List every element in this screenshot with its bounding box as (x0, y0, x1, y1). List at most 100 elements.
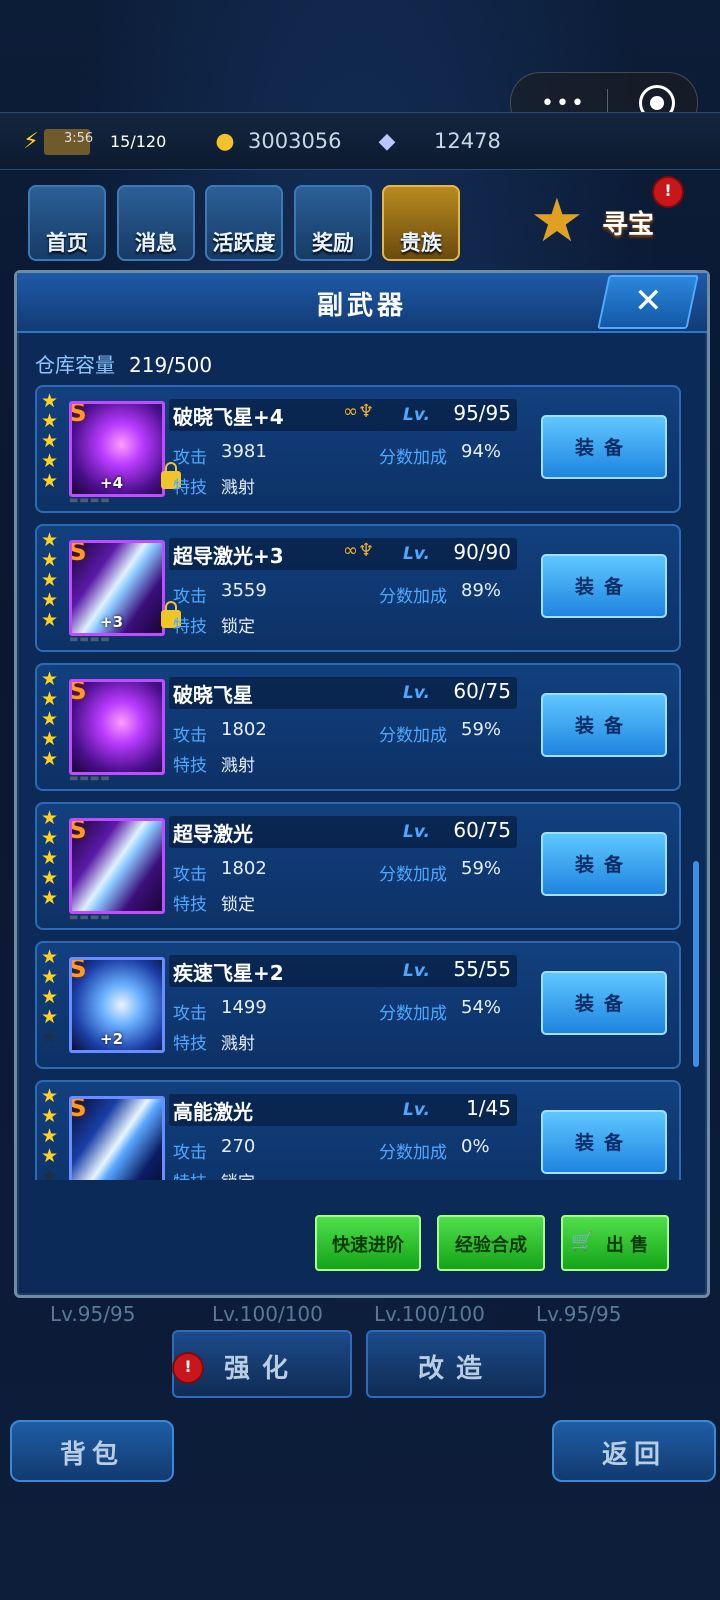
weapon-level: 55/55 (453, 957, 511, 981)
energy-timer: 3:56 (64, 131, 94, 146)
bonus-label: 分数加成 (379, 1143, 447, 1163)
weapon-item[interactable]: ★ ★ ★ ★ ★ S ▬▬▬▬ 破晓飞星 Lv. 60/75 攻击 1802 分数加成… (35, 663, 681, 791)
equip-button[interactable]: 装备 (541, 554, 667, 618)
fast-advance-label: 快速进阶 (332, 1235, 404, 1256)
energy-resource[interactable]: ⚡ (14, 123, 48, 159)
modify-label: 改造 (417, 1354, 494, 1384)
star-icon: ★ (41, 946, 59, 968)
weapon-level: 60/75 (453, 679, 511, 703)
lightning-icon: ⚡ (23, 128, 39, 154)
attack-label: 攻击 (173, 865, 207, 885)
star-icon: ★ (41, 410, 59, 432)
star-rating: ★ ★ ★ ★ ★ (41, 947, 61, 1047)
scrollbar-thumb[interactable] (693, 861, 699, 1067)
weapon-item[interactable]: ★ ★ ★ ★ ★ S ▬▬▬▬ 超导激光 Lv. 60/75 攻击 1802 分数加成… (35, 802, 681, 930)
sell-button[interactable]: 🛒 出 售 (561, 1215, 669, 1271)
coin-resource[interactable]: ● 3003056 (208, 123, 342, 159)
capacity-label: 仓库容量 (35, 353, 115, 377)
weapon-icon[interactable]: S +4 (69, 401, 165, 497)
bonus-value: 59% (461, 858, 502, 879)
weapon-name: 破晓飞星 (173, 683, 253, 707)
nav-rewards-label: 奖励 (312, 231, 354, 255)
bonus-label: 分数加成 (379, 865, 447, 885)
bag-label: 背包 (59, 1440, 124, 1470)
coin-count: 3003056 (248, 129, 342, 153)
skill-label: 特技 (173, 617, 207, 637)
scrollbar[interactable] (693, 385, 699, 1180)
capacity-value: 219/500 (129, 353, 213, 377)
equip-label: 装备 (574, 576, 633, 598)
nav-rewards[interactable]: 奖励 (294, 185, 372, 261)
fast-advance-button[interactable]: 快速进阶 (315, 1215, 421, 1271)
bonus-label: 分数加成 (379, 726, 447, 746)
slot-indicators: ▬▬▬▬ (69, 773, 111, 784)
bonus-value: 54% (461, 997, 502, 1018)
gem-resource[interactable]: ◆ 12478 (370, 123, 501, 159)
equip-button[interactable]: 装备 (541, 693, 667, 757)
nav-home[interactable]: 首页 (28, 185, 106, 261)
equip-button[interactable]: 装备 (541, 415, 667, 479)
weapon-list[interactable]: ★ ★ ★ ★ ★ S +4 ▬▬▬▬ 破晓飞星+4 ∞♆ Lv. 95/95 攻击 3… (33, 385, 683, 1180)
upgrade-level: +3 (100, 613, 124, 631)
bonus-value: 89% (461, 580, 502, 601)
skill-value: 溅射 (221, 756, 255, 776)
attack-label: 攻击 (173, 1143, 207, 1163)
jet-icon: ★ (530, 186, 584, 256)
star-icon: ★ (41, 529, 59, 551)
nav-activity[interactable]: 活跃度 (205, 185, 283, 261)
equip-button[interactable]: 装备 (541, 1110, 667, 1174)
weapon-icon[interactable]: S +2 (69, 957, 165, 1053)
equip-button[interactable]: 装备 (541, 971, 667, 1035)
star-empty-icon: ★ (41, 1026, 59, 1048)
skill-label: 特技 (173, 895, 207, 915)
weapon-icon[interactable]: S (69, 679, 165, 775)
level-tag: Lv. (403, 683, 430, 703)
attack-value: 3981 (221, 441, 267, 462)
bag-button[interactable]: 背包 (10, 1420, 174, 1482)
bonus-value: 0% (461, 1136, 490, 1157)
upgrade-level: +4 (100, 474, 124, 492)
attack-value: 3559 (221, 580, 267, 601)
skill-value: 锁定 (221, 617, 255, 637)
level-slot-1: Lv.95/95 (50, 1302, 136, 1326)
star-icon: ★ (41, 807, 59, 829)
skill-value: 锁定 (221, 895, 255, 915)
star-icon: ★ (41, 549, 59, 571)
weapon-item[interactable]: ★ ★ ★ ★ ★ S +4 ▬▬▬▬ 破晓飞星+4 ∞♆ Lv. 95/95 攻击 3… (35, 385, 681, 513)
weapon-icon[interactable]: S (69, 1096, 165, 1180)
s-rank-icon: S (69, 818, 87, 845)
star-icon: ★ (41, 609, 59, 631)
awaken-icon: ∞♆ (343, 540, 375, 561)
close-button[interactable]: ✕ (597, 275, 699, 329)
exp-merge-button[interactable]: 经验合成 (437, 1215, 545, 1271)
weapon-item[interactable]: ★ ★ ★ ★ ★ S +3 ▬▬▬▬ 超导激光+3 ∞♆ Lv. 90/90 攻击 3… (35, 524, 681, 652)
sub-weapon-modal: 副武器 ✕ 仓库容量 219/500 ★ ★ ★ ★ ★ S +4 ▬▬▬▬ 破晓飞星+4… (14, 270, 710, 1298)
treasure-label: 寻宝 (602, 210, 655, 240)
nav-messages[interactable]: 消息 (117, 185, 195, 261)
star-icon: ★ (41, 728, 59, 750)
equip-label: 装备 (574, 715, 633, 737)
equip-button[interactable]: 装备 (541, 832, 667, 896)
level-slot-4: Lv.95/95 (536, 1302, 622, 1326)
s-rank-icon: S (69, 1096, 87, 1123)
nav-noble[interactable]: 贵族 (382, 185, 460, 261)
weapon-name: 超导激光 (173, 822, 253, 846)
bonus-value: 94% (461, 441, 502, 462)
back-button[interactable]: 返回 (552, 1420, 716, 1482)
weapon-item[interactable]: ★ ★ ★ ★ ★ S +2 疾速飞星+2 Lv. 55/55 攻击 1499 分数加成… (35, 941, 681, 1069)
level-slot-3: Lv.100/100 (374, 1302, 485, 1326)
weapon-icon[interactable]: S +3 (69, 540, 165, 636)
bonus-label: 分数加成 (379, 587, 447, 607)
s-rank-icon: S (69, 957, 87, 984)
storage-capacity: 仓库容量 219/500 (35, 349, 212, 378)
weapon-icon[interactable]: S (69, 818, 165, 914)
equip-label: 装备 (574, 1132, 633, 1154)
nav-home-label: 首页 (46, 231, 88, 255)
attack-label: 攻击 (173, 587, 207, 607)
modify-button[interactable]: 改造 (366, 1330, 546, 1398)
level-tag: Lv. (403, 961, 430, 981)
skill-label: 特技 (173, 478, 207, 498)
weapon-item[interactable]: ★★★★★ S 高能激光 Lv. 1/45 攻击 270 分数加成 0% 特技 … (35, 1080, 681, 1180)
attack-value: 270 (221, 1136, 256, 1157)
attack-value: 1802 (221, 858, 267, 879)
